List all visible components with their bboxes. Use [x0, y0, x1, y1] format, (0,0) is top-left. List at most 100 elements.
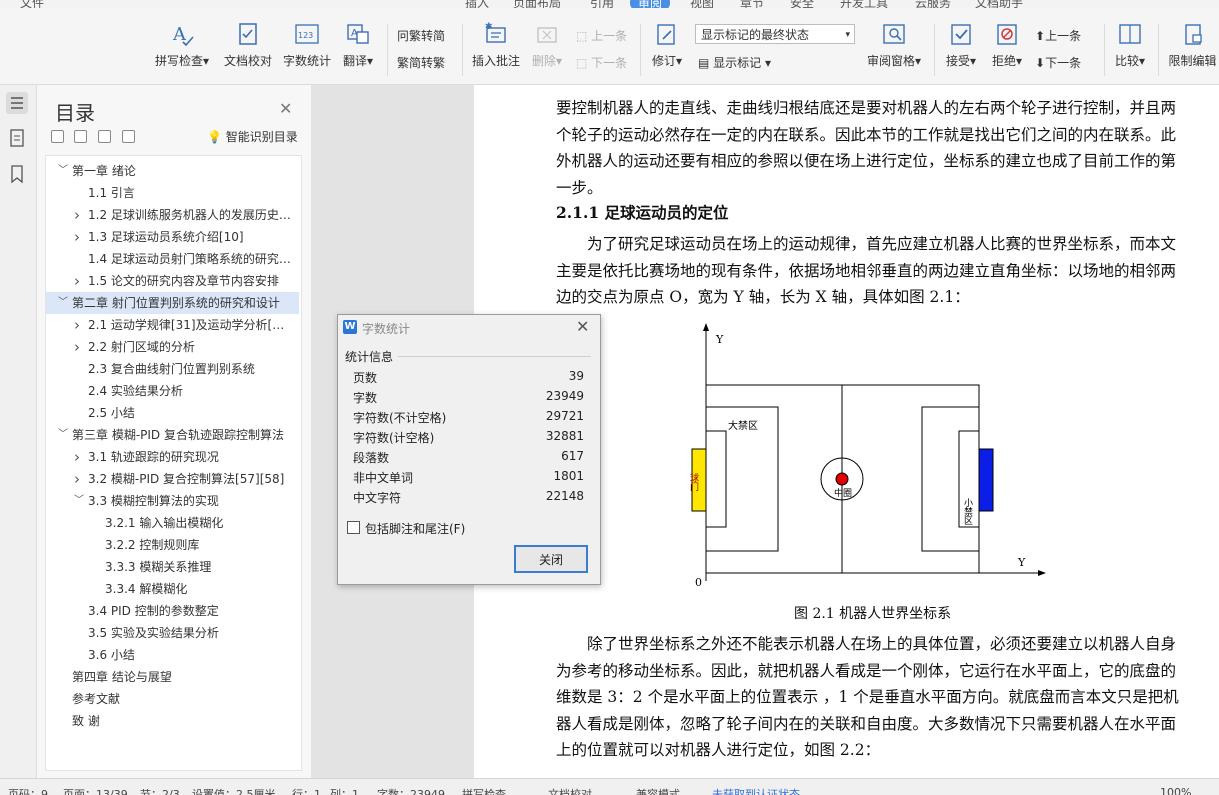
toc-item[interactable]: ﹀ 第三章 模糊-PID 复合轨迹跟踪控制算法	[46, 424, 299, 446]
toc-item[interactable]: ﹀ 3.3 模糊控制算法的实现	[46, 490, 299, 512]
right-penalty-area	[921, 406, 980, 552]
menu-tab-file[interactable]: 文件	[20, 0, 44, 8]
prev-change-button[interactable]: ⬆上一条	[1035, 27, 1081, 44]
close-dialog-button[interactable]: 关闭	[514, 545, 588, 573]
toc-item[interactable]: 3.2.1 输入输出模糊化	[46, 512, 299, 534]
stat-label: 非中文单词	[353, 471, 414, 485]
ribbon-divider	[387, 24, 388, 76]
toc-item[interactable]: › 3.2 模糊-PID 复合控制算法[57][58]	[46, 468, 299, 490]
toc-item[interactable]: 2.4 实验结果分析	[46, 380, 299, 402]
menu-tab-chapter[interactable]: 章节	[740, 0, 764, 8]
menu-tab-review[interactable]: 审阅	[630, 0, 671, 8]
toc-item[interactable]: ﹀ 第二章 射门位置判别系统的研究和设计	[46, 292, 299, 314]
toc-toggle-button[interactable]	[6, 92, 28, 114]
include-footnotes-checkbox[interactable]	[347, 521, 360, 534]
delete-comment-button[interactable]: 删除▾	[528, 22, 566, 69]
toc-item[interactable]: 参考文献	[46, 688, 299, 710]
simp-to-trad-icon: 繁	[397, 56, 410, 70]
smart-toc-button[interactable]: 💡 智能识别目录	[207, 128, 298, 145]
translate-label: 翻译	[342, 54, 367, 68]
chevron-right-icon[interactable]: ›	[74, 314, 80, 336]
toc-item-label: 3.2.1 输入输出模糊化	[105, 516, 224, 530]
spellcheck-button[interactable]: A 拼写检查▾	[152, 22, 212, 69]
chevron-down-icon[interactable]: ﹀	[58, 160, 68, 182]
close-icon[interactable]: ✕	[576, 317, 589, 336]
translate-button[interactable]: A 翻译▾	[338, 22, 378, 69]
collapse-all-icon[interactable]	[51, 130, 64, 143]
paragraph: 除了世界坐标系之外还不能表示机器人在场上的具体位置，必须还要建立以机器人自身为参…	[556, 635, 1179, 759]
accept-button[interactable]: 接受▾	[942, 22, 980, 69]
chevron-right-icon[interactable]: ›	[74, 336, 80, 358]
wordcount-button[interactable]: 123 字数统计	[281, 22, 333, 69]
stat-label: 中文字符	[353, 491, 402, 505]
chevron-right-icon[interactable]: ›	[74, 270, 80, 292]
trad-to-simp-icon: 冋	[397, 29, 410, 43]
toc-item[interactable]: 3.3.4 解模糊化	[46, 578, 299, 600]
prev-comment-button[interactable]: ⬚ 上一条	[576, 27, 627, 44]
chevron-right-icon[interactable]: ›	[74, 468, 80, 490]
menu-tab-cloud[interactable]: 云服务	[915, 0, 951, 8]
next-comment-button[interactable]: ⬚ 下一条	[576, 54, 627, 71]
toc-item[interactable]: 3.4 PID 控制的参数整定	[46, 600, 299, 622]
page-thumbnail-button[interactable]	[6, 127, 28, 149]
close-icon[interactable]: ✕	[279, 99, 292, 118]
chevron-down-icon[interactable]: ﹀	[58, 292, 68, 314]
toc-item[interactable]: 1.4 足球运动员射门策略系统的研究现状	[46, 248, 299, 270]
toc-item[interactable]: 3.3.3 模糊关系推理	[46, 556, 299, 578]
restrict-edit-button[interactable]: 限制编辑	[1166, 22, 1219, 69]
markup-mode-select[interactable]: 显示标记的最终状态 ▾	[695, 24, 855, 44]
menu-tab-insert[interactable]: 插入	[465, 0, 489, 8]
proofread-button[interactable]: 文档校对	[220, 22, 276, 69]
toc-item[interactable]: 2.3 复合曲线射门位置判别系统	[46, 358, 299, 380]
y-axis-label: Y	[715, 333, 724, 346]
chevron-right-icon[interactable]: ›	[74, 204, 80, 226]
toc-item[interactable]: › 1.3 足球运动员系统介绍[10]	[46, 226, 299, 248]
toc-item[interactable]: 3.2.2 控制规则库	[46, 534, 299, 556]
toc-item[interactable]: 致 谢	[46, 710, 299, 732]
stat-label: 段落数	[353, 451, 390, 465]
toc-item[interactable]: 1.1 引言	[46, 182, 299, 204]
show-markup-button[interactable]: ▤ 显示标记 ▾	[698, 54, 771, 71]
add-item-icon[interactable]	[98, 130, 111, 143]
toc-item[interactable]: 3.6 小结	[46, 644, 299, 666]
delete-comment-icon	[537, 27, 557, 43]
menu-tab-layout[interactable]: 页面布局	[513, 0, 561, 8]
review-pane-button[interactable]: 审阅窗格▾	[864, 22, 924, 69]
chevron-right-icon[interactable]: ›	[74, 226, 80, 248]
toc-item[interactable]: 3.5 实验及实验结果分析	[46, 622, 299, 644]
restrict-edit-label: 限制编辑	[1168, 54, 1217, 68]
next-change-label: 下一条	[1045, 56, 1082, 70]
toc-item-label: 3.5 实验及实验结果分析	[88, 626, 219, 640]
toc-panel: 目录 ✕ 💡 智能识别目录 ﹀ 第一章 绪论 1.1 引言 › 1.2 足球训练服务机器…	[37, 85, 311, 778]
trad-to-simp-button[interactable]: 冋繁转简	[397, 27, 445, 44]
toc-item[interactable]: ﹀ 第一章 绪论	[46, 160, 299, 182]
chevron-right-icon[interactable]: ›	[74, 446, 80, 468]
expand-all-icon[interactable]	[74, 130, 87, 143]
simp-to-trad-button[interactable]: 繁简转繁	[397, 54, 445, 71]
goal-label: 球门	[688, 472, 699, 492]
insert-comment-button[interactable]: ✱ 插入批注	[470, 22, 522, 69]
toc-item[interactable]: 第四章 结论与展望	[46, 666, 299, 688]
stat-label: 页数	[353, 371, 378, 385]
toc-item-label: 3.6 小结	[88, 648, 135, 662]
chevron-down-icon[interactable]: ﹀	[74, 490, 84, 512]
bookmark-button[interactable]	[6, 163, 28, 185]
remove-item-icon[interactable]	[122, 130, 135, 143]
menu-tab-devtools[interactable]: 开发工具	[840, 0, 888, 8]
toc-item[interactable]: › 2.1 运动学规律[31]及运动学分析[32]	[46, 314, 299, 336]
toc-item[interactable]: › 1.5 论文的研究内容及章节内容安排	[46, 270, 299, 292]
track-changes-label: 修订	[651, 54, 676, 68]
toc-item[interactable]: › 3.1 轨迹跟踪的研究现况	[46, 446, 299, 468]
next-change-button[interactable]: ⬇下一条	[1035, 54, 1081, 71]
compare-button[interactable]: 比较▾	[1110, 22, 1150, 69]
toc-item[interactable]: › 1.2 足球训练服务机器人的发展历史与现状	[46, 204, 299, 226]
menu-tab-view[interactable]: 视图	[690, 0, 714, 8]
toc-item[interactable]: › 2.2 射门区域的分析	[46, 336, 299, 358]
menu-tab-reference[interactable]: 引用	[590, 0, 614, 8]
track-changes-button[interactable]: 修订▾	[648, 22, 686, 69]
reject-button[interactable]: 拒绝▾	[988, 22, 1026, 69]
menu-tab-security[interactable]: 安全	[790, 0, 814, 8]
chevron-down-icon[interactable]: ﹀	[58, 424, 68, 446]
toc-item[interactable]: 2.5 小结	[46, 402, 299, 424]
menu-tab-doc-assistant[interactable]: 文档助手	[975, 0, 1023, 8]
